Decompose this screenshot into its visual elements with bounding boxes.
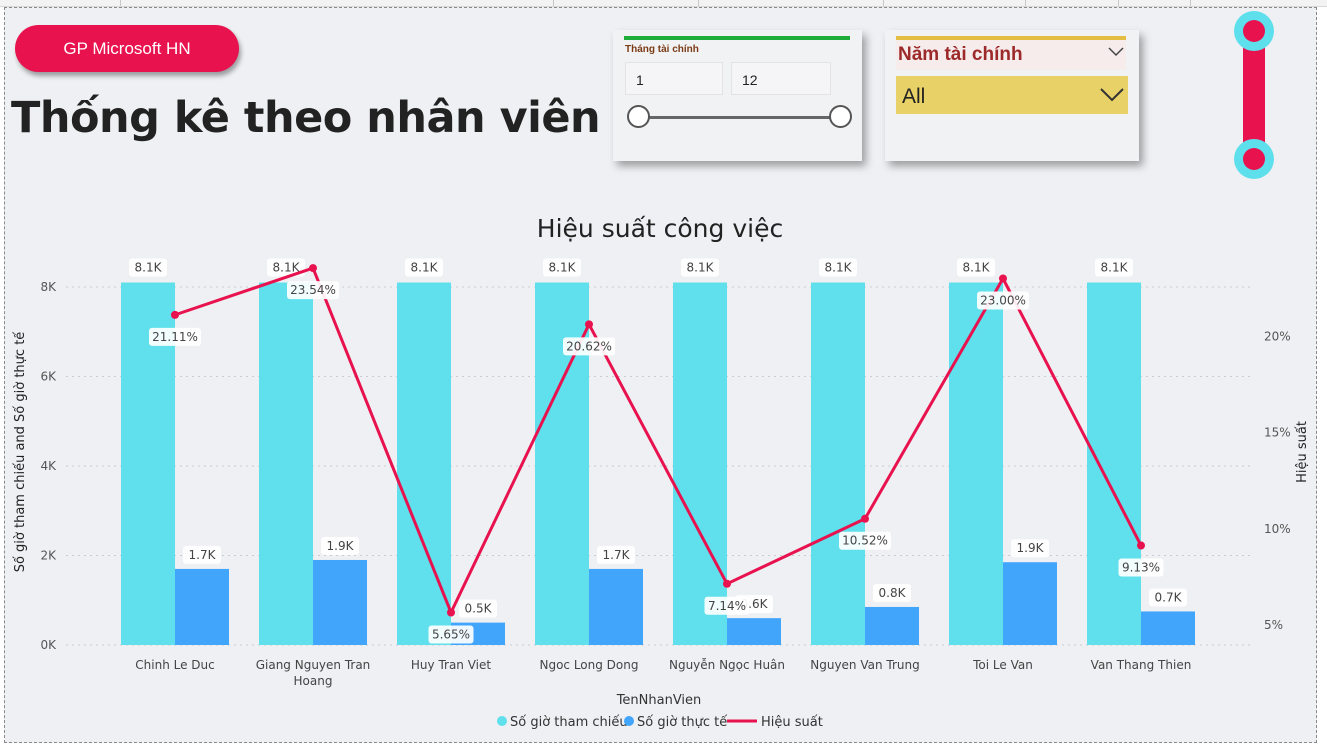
data-label-efficiency: 23.54% xyxy=(290,283,336,297)
x-tick-label: Ngoc Long Dong xyxy=(539,658,638,672)
x-axis-title: TenNhanVien xyxy=(616,693,702,708)
bar-reference-hours xyxy=(1087,282,1141,645)
y-tick-label: 6K xyxy=(40,370,57,384)
x-tick-label: Toi Le Van xyxy=(972,658,1033,672)
legend-label-reference: Số giờ tham chiếu xyxy=(510,715,628,730)
bar-reference-hours xyxy=(535,282,589,645)
legend-marker-reference xyxy=(497,716,507,726)
x-tick-label: Van Thang Thien xyxy=(1091,658,1192,672)
bar-actual-hours xyxy=(589,568,643,645)
data-label-actual: 0.8K xyxy=(879,586,907,600)
y-tick-label: 4K xyxy=(40,459,57,473)
efficiency-point xyxy=(723,579,731,588)
bar-reference-hours xyxy=(811,282,865,645)
data-label-reference: 8.1K xyxy=(135,261,163,275)
data-label-efficiency: 9.13% xyxy=(1122,560,1160,574)
y-tick-label: 2K xyxy=(40,549,57,563)
data-label-actual: 1.9K xyxy=(327,539,355,553)
data-label-actual: 0.7K xyxy=(1155,590,1183,604)
data-label-efficiency: 20.62% xyxy=(566,339,612,353)
x-tick-label: Hoang xyxy=(294,674,333,688)
efficiency-point xyxy=(861,514,869,523)
data-label-reference: 8.1K xyxy=(411,261,439,275)
x-tick-label: Nguyen Van Trung xyxy=(810,658,919,672)
x-tick-label: Nguyễn Ngọc Huân xyxy=(669,658,785,672)
chart-title: Hiệu suất công việc xyxy=(537,214,783,243)
x-tick-label: Chinh Le Duc xyxy=(135,658,214,672)
data-label-efficiency: 21.11% xyxy=(152,330,198,344)
bar-reference-hours xyxy=(949,282,1003,645)
data-label-reference: 8.1K xyxy=(825,261,853,275)
bar-actual-hours xyxy=(175,568,229,645)
data-label-efficiency: 10.52% xyxy=(842,534,888,548)
y2-tick-label: 10% xyxy=(1264,522,1291,536)
data-label-efficiency: 5.65% xyxy=(432,627,470,641)
bar-actual-hours xyxy=(1141,611,1195,645)
data-label-efficiency: 23.00% xyxy=(980,294,1026,308)
data-label-actual: 1.9K xyxy=(1017,541,1045,555)
data-label-reference: 8.1K xyxy=(1101,261,1129,275)
performance-combo-chart: 0K 2K 4K 6K 8K 5% 10% 15% 20% Hiệu suất công việc… xyxy=(13,214,1310,730)
x-tick-label: Giang Nguyen Tran xyxy=(256,658,371,672)
efficiency-point xyxy=(447,608,455,617)
y-tick-label: 8K xyxy=(40,280,57,294)
y-tick-label: 0K xyxy=(40,638,57,652)
efficiency-point xyxy=(999,274,1007,283)
legend-marker-actual xyxy=(624,716,634,726)
bar-actual-hours xyxy=(865,606,919,645)
data-label-efficiency: 7.14% xyxy=(708,599,746,613)
bar-reference-hours xyxy=(673,282,727,645)
y2-tick-label: 5% xyxy=(1264,618,1283,632)
data-label-actual: 0.5K xyxy=(465,602,493,616)
efficiency-point xyxy=(585,320,593,329)
legend-label-efficiency: Hiệu suất xyxy=(761,715,823,730)
bar-actual-hours xyxy=(313,559,367,645)
bar-actual-hours xyxy=(1003,562,1057,645)
data-label-reference: 8.1K xyxy=(549,261,577,275)
bar-reference-hours xyxy=(259,282,313,645)
y2-tick-label: 20% xyxy=(1264,329,1291,343)
data-label-actual: 1.7K xyxy=(603,548,631,562)
y2-tick-label: 15% xyxy=(1264,426,1291,440)
legend-label-actual: Số giờ thực tế xyxy=(637,715,727,730)
data-label-actual: 1.7K xyxy=(189,548,217,562)
bar-actual-hours xyxy=(727,618,781,645)
data-label-reference: 8.1K xyxy=(687,261,715,275)
efficiency-point xyxy=(309,264,317,273)
efficiency-point xyxy=(171,310,179,319)
data-label-reference: 8.1K xyxy=(963,261,991,275)
y-axis-title: Số giờ tham chiếu and Số giờ thực tế xyxy=(13,332,28,573)
x-tick-label: Huy Tran Viet xyxy=(411,658,491,672)
y2-axis-title: Hiệu suất xyxy=(1295,421,1310,483)
efficiency-point xyxy=(1137,541,1145,550)
